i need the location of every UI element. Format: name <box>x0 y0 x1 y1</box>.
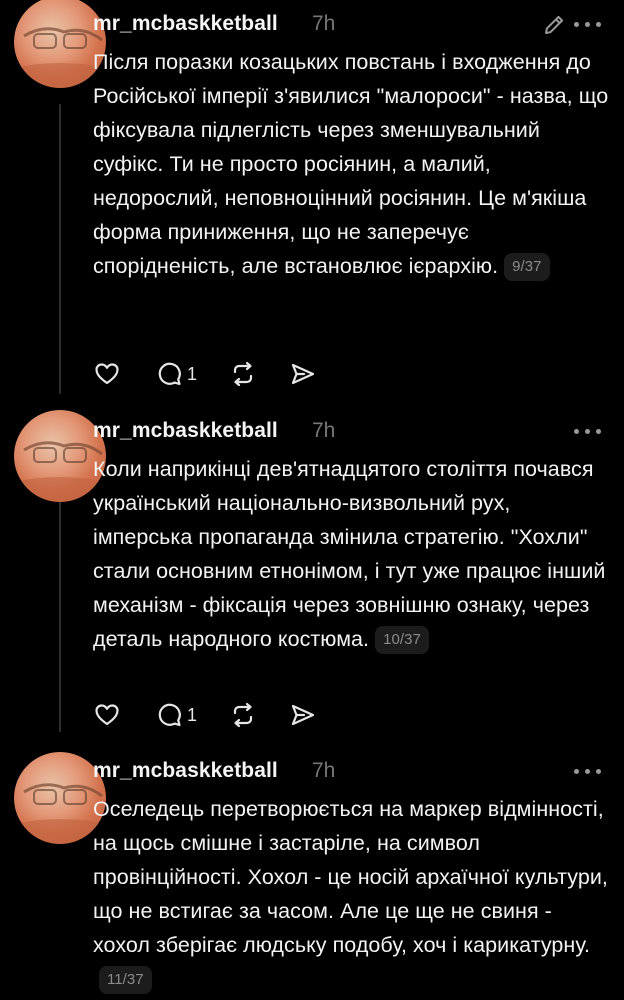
share-icon <box>291 363 315 385</box>
more-icon[interactable] <box>574 21 602 29</box>
comment-button[interactable]: 1 <box>155 359 197 389</box>
post-text: Після поразки козацьких повстань і входж… <box>93 45 613 283</box>
timestamp: 7h <box>312 419 336 442</box>
comment-icon <box>158 703 181 727</box>
thread-counter: 9/37 <box>504 253 550 281</box>
share-icon <box>291 704 315 726</box>
post-actions: 1 <box>93 700 353 730</box>
repost-button[interactable] <box>229 700 257 730</box>
reply-count: 1 <box>187 363 198 384</box>
comment-button[interactable]: 1 <box>155 700 197 730</box>
thread-counter: 11/37 <box>99 966 152 994</box>
post-actions: 1 <box>93 359 353 389</box>
username[interactable]: mr_mcbaskketball <box>93 759 278 783</box>
timestamp: 7h <box>312 759 336 782</box>
pencil-icon[interactable] <box>541 12 567 38</box>
post-text: Оселедець перетворюється на маркер відмі… <box>93 792 613 996</box>
repost-icon <box>233 702 253 728</box>
reply-count: 1 <box>187 704 198 725</box>
username[interactable]: mr_mcbaskketball <box>93 12 278 36</box>
thread-line <box>59 104 61 394</box>
like-button[interactable] <box>93 700 121 730</box>
repost-button[interactable] <box>229 359 257 389</box>
share-button[interactable] <box>289 700 317 730</box>
thread-line <box>59 500 61 732</box>
like-button[interactable] <box>93 359 121 389</box>
heart-icon <box>95 704 119 726</box>
more-icon[interactable] <box>574 768 602 776</box>
share-button[interactable] <box>289 359 317 389</box>
repost-icon <box>233 361 253 387</box>
username[interactable]: mr_mcbaskketball <box>93 419 278 443</box>
thread-counter: 10/37 <box>375 626 429 654</box>
timestamp: 7h <box>312 12 336 35</box>
post-text: Коли наприкінці дев'ятнадцятого століття… <box>93 452 613 656</box>
more-icon[interactable] <box>574 428 602 436</box>
comment-icon <box>158 362 181 386</box>
heart-icon <box>95 363 119 385</box>
